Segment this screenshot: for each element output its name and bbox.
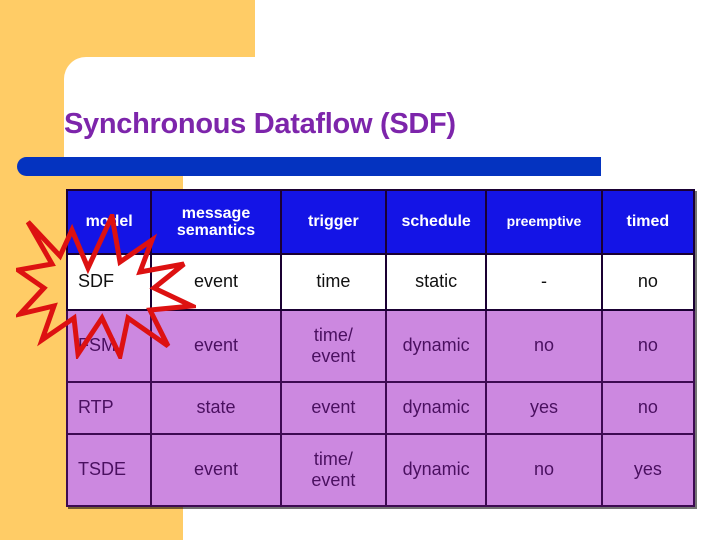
cell-message-semantics: event [150,433,282,507]
cell-model: TSDE [65,433,153,507]
table-row: SDF event time static - no [65,253,696,311]
cell-preemptive: - [485,253,603,311]
page-title: Synchronous Dataflow (SDF) [64,108,456,140]
cell-preemptive: yes [485,381,603,435]
cell-schedule: dynamic [384,309,488,383]
cell-preemptive: no [485,433,603,507]
column-header-timed: timed [600,189,696,255]
slide-canvas: Synchronous Dataflow (SDF) model message… [0,0,720,540]
cell-schedule: dynamic [384,381,488,435]
cell-message-semantics: event [150,309,282,383]
cell-trigger: time/event [279,433,388,507]
cell-schedule: dynamic [384,433,488,507]
cell-message-semantics: event [150,253,282,311]
column-header-message-semantics: message semantics [150,189,282,255]
column-header-schedule: schedule [384,189,488,255]
cell-timed: no [600,309,696,383]
column-header-trigger: trigger [279,189,388,255]
cell-trigger: time [279,253,388,311]
cell-schedule: static [384,253,488,311]
cell-message-semantics: state [150,381,282,435]
background-yellow-top-block [0,0,255,57]
cell-timed: no [600,253,696,311]
table-row: TSDE event time/event dynamic no yes [65,433,696,507]
cell-timed: yes [600,433,696,507]
column-header-preemptive: preemptive [485,189,603,255]
table-header-row: model message semantics trigger schedule … [65,189,696,255]
cell-timed: no [600,381,696,435]
column-header-model: model [65,189,153,255]
cell-model: SDF [65,253,153,311]
cell-trigger: event [279,381,388,435]
title-underline-bar [17,157,601,176]
cell-trigger: time/event [279,309,388,383]
model-comparison-table: model message semantics trigger schedule … [65,189,696,507]
background-white-rounded-panel [64,57,720,157]
cell-preemptive: no [485,309,603,383]
cell-model: RTP [65,381,153,435]
table-row: RTP state event dynamic yes no [65,381,696,435]
table-header: model message semantics trigger schedule … [65,189,696,255]
table-body: SDF event time static - no FSM event tim… [65,253,696,507]
cell-model: FSM [65,309,153,383]
table-row: FSM event time/event dynamic no no [65,309,696,383]
